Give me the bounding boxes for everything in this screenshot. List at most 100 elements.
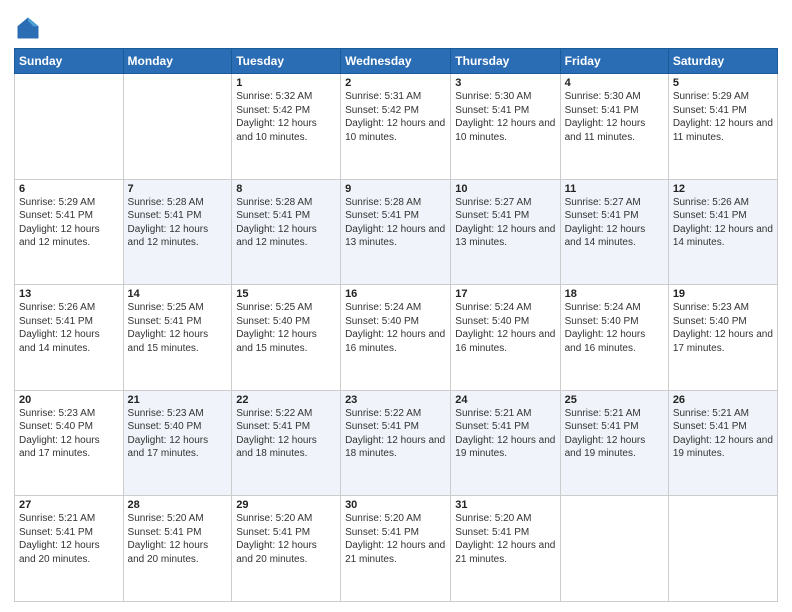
day-number: 23 [345,394,446,406]
week-row-3: 13Sunrise: 5:26 AMSunset: 5:41 PMDayligh… [15,285,778,391]
day-number: 10 [455,183,555,195]
weekday-header-row: SundayMondayTuesdayWednesdayThursdayFrid… [15,49,778,74]
day-info: Sunrise: 5:23 AMSunset: 5:40 PMDaylight:… [673,301,773,355]
day-number: 13 [19,288,119,300]
calendar-cell: 13Sunrise: 5:26 AMSunset: 5:41 PMDayligh… [15,285,124,391]
day-info: Sunrise: 5:24 AMSunset: 5:40 PMDaylight:… [455,301,555,355]
calendar-cell: 23Sunrise: 5:22 AMSunset: 5:41 PMDayligh… [341,390,451,496]
week-row-2: 6Sunrise: 5:29 AMSunset: 5:41 PMDaylight… [15,179,778,285]
calendar-cell: 3Sunrise: 5:30 AMSunset: 5:41 PMDaylight… [451,74,560,180]
calendar-cell: 15Sunrise: 5:25 AMSunset: 5:40 PMDayligh… [232,285,341,391]
day-info: Sunrise: 5:29 AMSunset: 5:41 PMDaylight:… [19,196,119,250]
day-info: Sunrise: 5:30 AMSunset: 5:41 PMDaylight:… [455,90,555,144]
calendar-cell: 1Sunrise: 5:32 AMSunset: 5:42 PMDaylight… [232,74,341,180]
calendar-table: SundayMondayTuesdayWednesdayThursdayFrid… [14,48,778,602]
calendar-cell: 20Sunrise: 5:23 AMSunset: 5:40 PMDayligh… [15,390,124,496]
calendar-cell: 21Sunrise: 5:23 AMSunset: 5:40 PMDayligh… [123,390,232,496]
calendar-cell: 11Sunrise: 5:27 AMSunset: 5:41 PMDayligh… [560,179,668,285]
day-number: 24 [455,394,555,406]
calendar-cell: 31Sunrise: 5:20 AMSunset: 5:41 PMDayligh… [451,496,560,602]
day-number: 18 [565,288,664,300]
week-row-5: 27Sunrise: 5:21 AMSunset: 5:41 PMDayligh… [15,496,778,602]
week-row-4: 20 Sunrise: 5:23 AMSunset: 5:40 PMDayligh… [15,390,778,496]
calendar-cell: 6Sunrise: 5:29 AMSunset: 5:41 PMDaylight… [15,179,124,285]
day-info: Sunrise: 5:24 AMSunset: 5:40 PMDaylight:… [345,301,446,355]
day-number: 27 [19,499,119,511]
day-info: Sunrise: 5:31 AMSunset: 5:42 PMDaylight:… [345,90,446,144]
calendar-cell: 4Sunrise: 5:30 AMSunset: 5:41 PMDaylight… [560,74,668,180]
calendar-cell: 25Sunrise: 5:21 AMSunset: 5:41 PMDayligh… [560,390,668,496]
day-number: 3 [455,77,555,89]
day-info: Sunrise: 5:29 AMSunset: 5:41 PMDaylight:… [673,90,773,144]
calendar-cell: 18Sunrise: 5:24 AMSunset: 5:40 PMDayligh… [560,285,668,391]
logo-icon [14,14,42,42]
day-number: 7 [128,183,228,195]
page: SundayMondayTuesdayWednesdayThursdayFrid… [0,0,792,612]
calendar-cell: 2Sunrise: 5:31 AMSunset: 5:42 PMDaylight… [341,74,451,180]
logo [14,14,46,42]
day-number: 4 [565,77,664,89]
day-info: Sunrise: 5:21 AMSunset: 5:41 PMDaylight:… [565,407,664,461]
calendar-cell [668,496,777,602]
calendar-cell: 10Sunrise: 5:27 AMSunset: 5:41 PMDayligh… [451,179,560,285]
day-info: Sunrise: 5:32 AMSunset: 5:42 PMDaylight:… [236,90,336,144]
day-info: Sunrise: 5:24 AMSunset: 5:40 PMDaylight:… [565,301,664,355]
calendar-cell [15,74,124,180]
calendar-cell: 24Sunrise: 5:21 AMSunset: 5:41 PMDayligh… [451,390,560,496]
calendar-cell: 5Sunrise: 5:29 AMSunset: 5:41 PMDaylight… [668,74,777,180]
day-number: 6 [19,183,119,195]
week-row-1: 1Sunrise: 5:32 AMSunset: 5:42 PMDaylight… [15,74,778,180]
weekday-header-monday: Monday [123,49,232,74]
day-number: 8 [236,183,336,195]
weekday-header-sunday: Sunday [15,49,124,74]
day-info: Sunrise: 5:21 AMSunset: 5:41 PMDaylight:… [19,512,119,566]
day-info: Sunrise: 5:20 AMSunset: 5:41 PMDaylight:… [455,512,555,566]
day-info: Sunrise: 5:22 AMSunset: 5:41 PMDaylight:… [236,407,336,461]
day-info: Sunrise: 5:23 AMSunset: 5:40 PMDaylight:… [128,407,228,461]
day-info: Sunrise: 5:28 AMSunset: 5:41 PMDaylight:… [236,196,336,250]
calendar-cell: 14Sunrise: 5:25 AMSunset: 5:41 PMDayligh… [123,285,232,391]
day-number: 22 [236,394,336,406]
day-number: 31 [455,499,555,511]
calendar-cell: 16Sunrise: 5:24 AMSunset: 5:40 PMDayligh… [341,285,451,391]
day-number: 9 [345,183,446,195]
day-info: Sunrise: 5:27 AMSunset: 5:41 PMDaylight:… [565,196,664,250]
calendar-cell: 22Sunrise: 5:22 AMSunset: 5:41 PMDayligh… [232,390,341,496]
calendar-cell: 17Sunrise: 5:24 AMSunset: 5:40 PMDayligh… [451,285,560,391]
day-info: Sunrise: 5:30 AMSunset: 5:41 PMDaylight:… [565,90,664,144]
weekday-header-friday: Friday [560,49,668,74]
day-number: 30 [345,499,446,511]
day-info: Sunrise: 5:26 AMSunset: 5:41 PMDaylight:… [673,196,773,250]
day-number: 25 [565,394,664,406]
day-number: 19 [673,288,773,300]
day-number: 2 [345,77,446,89]
day-number: 15 [236,288,336,300]
weekday-header-tuesday: Tuesday [232,49,341,74]
header [14,10,778,42]
day-info: Sunrise: 5:25 AMSunset: 5:41 PMDaylight:… [128,301,228,355]
day-info: Sunrise: 5:28 AMSunset: 5:41 PMDaylight:… [345,196,446,250]
day-info: Sunrise: 5:28 AMSunset: 5:41 PMDaylight:… [128,196,228,250]
calendar-cell: 19Sunrise: 5:23 AMSunset: 5:40 PMDayligh… [668,285,777,391]
weekday-header-thursday: Thursday [451,49,560,74]
day-number: 11 [565,183,664,195]
day-info: Sunrise: 5:21 AMSunset: 5:41 PMDaylight:… [455,407,555,461]
day-number: 5 [673,77,773,89]
day-number: 16 [345,288,446,300]
day-info: Sunrise: 5:20 AMSunset: 5:41 PMDaylight:… [345,512,446,566]
day-info: Sunrise: 5:22 AMSunset: 5:41 PMDaylight:… [345,407,446,461]
calendar-cell: 27Sunrise: 5:21 AMSunset: 5:41 PMDayligh… [15,496,124,602]
day-info: Sunrise: 5:25 AMSunset: 5:40 PMDaylight:… [236,301,336,355]
day-number: 28 [128,499,228,511]
day-number: 20 [19,394,119,406]
calendar-cell: 7Sunrise: 5:28 AMSunset: 5:41 PMDaylight… [123,179,232,285]
day-number: 1 [236,77,336,89]
calendar-cell: 26Sunrise: 5:21 AMSunset: 5:41 PMDayligh… [668,390,777,496]
day-info: Sunrise: 5:21 AMSunset: 5:41 PMDaylight:… [673,407,773,461]
day-info: Sunrise: 5:20 AMSunset: 5:41 PMDaylight:… [128,512,228,566]
calendar-cell: 28Sunrise: 5:20 AMSunset: 5:41 PMDayligh… [123,496,232,602]
day-number: 26 [673,394,773,406]
calendar-cell: 8Sunrise: 5:28 AMSunset: 5:41 PMDaylight… [232,179,341,285]
calendar-cell: 30Sunrise: 5:20 AMSunset: 5:41 PMDayligh… [341,496,451,602]
calendar-cell: 29Sunrise: 5:20 AMSunset: 5:41 PMDayligh… [232,496,341,602]
